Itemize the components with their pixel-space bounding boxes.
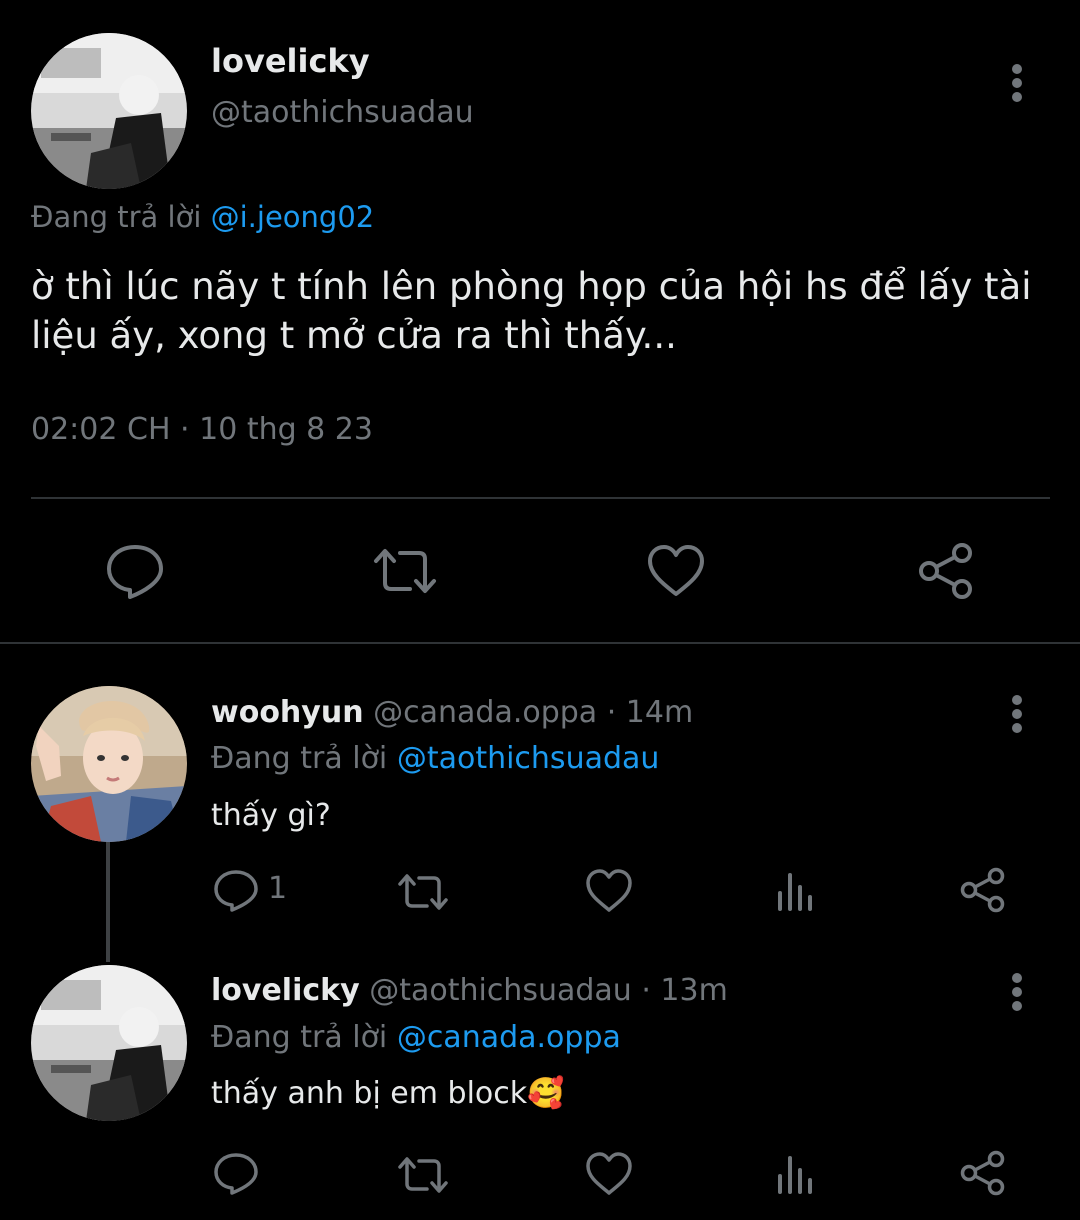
- reply-time[interactable]: 13m: [660, 973, 727, 1008]
- replying-to: Đang trả lời @i.jeong02: [31, 200, 374, 234]
- replying-to-mention[interactable]: @taothichsuadau: [397, 741, 660, 776]
- tweet-text: ờ thì lúc nãy t tính lên phòng họp của h…: [31, 265, 1032, 357]
- replying-to-mention[interactable]: @canada.oppa: [397, 1020, 621, 1055]
- more-options-icon[interactable]: [997, 968, 1037, 1018]
- author-name[interactable]: lovelicky: [211, 42, 370, 80]
- divider: [31, 497, 1050, 499]
- replying-to: Đang trả lời @taothichsuadau: [211, 741, 659, 776]
- like-icon[interactable]: [646, 543, 706, 603]
- like-icon[interactable]: [585, 1151, 633, 1201]
- author-handle[interactable]: @taothichsuadau: [211, 95, 474, 130]
- more-options-icon[interactable]: [997, 58, 1037, 108]
- like-icon[interactable]: [585, 868, 633, 918]
- retweet-icon[interactable]: [397, 871, 449, 917]
- replying-to-label: Đang trả lời: [31, 200, 211, 234]
- reply-text-content: thấy anh bị em block: [211, 1076, 528, 1111]
- share-icon[interactable]: [916, 542, 976, 604]
- reply-author-handle[interactable]: @taothichsuadau: [369, 973, 632, 1008]
- retweet-icon[interactable]: [372, 545, 438, 601]
- views-icon[interactable]: [776, 1152, 816, 1200]
- reply-icon[interactable]: [105, 542, 165, 604]
- reply-author-name[interactable]: lovelicky: [211, 973, 360, 1008]
- reply-text: thấy anh bị em block🥰: [211, 1076, 565, 1111]
- reply-avatar[interactable]: [31, 965, 187, 1121]
- reply-icon[interactable]: [213, 1152, 259, 1200]
- replying-to: Đang trả lời @canada.oppa: [211, 1020, 621, 1055]
- share-icon[interactable]: [959, 1150, 1007, 1200]
- reply-author-handle[interactable]: @canada.oppa: [373, 695, 597, 730]
- reply-header: woohyun @canada.oppa · 14m: [211, 695, 693, 730]
- replying-to-mention[interactable]: @i.jeong02: [211, 200, 375, 234]
- reply-time[interactable]: 14m: [626, 695, 693, 730]
- tweet-timestamp[interactable]: 02:02 CH · 10 thg 8 23: [31, 412, 373, 447]
- replying-to-label: Đang trả lời: [211, 1020, 397, 1055]
- separator-dot: ·: [631, 973, 661, 1008]
- main-avatar[interactable]: [31, 33, 187, 189]
- thread-line: [106, 842, 110, 962]
- share-icon[interactable]: [959, 867, 1007, 917]
- reply-author-name[interactable]: woohyun: [211, 695, 364, 730]
- views-icon[interactable]: [776, 869, 816, 917]
- smiling-face-with-hearts-emoji: 🥰: [527, 1076, 565, 1111]
- reply-icon[interactable]: [213, 869, 259, 917]
- separator-dot: ·: [597, 695, 626, 730]
- section-divider: [0, 642, 1080, 644]
- replying-to-label: Đang trả lời: [211, 741, 397, 776]
- more-options-icon[interactable]: [997, 690, 1037, 740]
- reply-count: 1: [268, 871, 288, 906]
- retweet-icon[interactable]: [397, 1154, 449, 1200]
- reply-header: lovelicky @taothichsuadau · 13m: [211, 973, 728, 1008]
- reply-text: thấy gì?: [211, 798, 331, 833]
- reply-avatar[interactable]: [31, 686, 187, 842]
